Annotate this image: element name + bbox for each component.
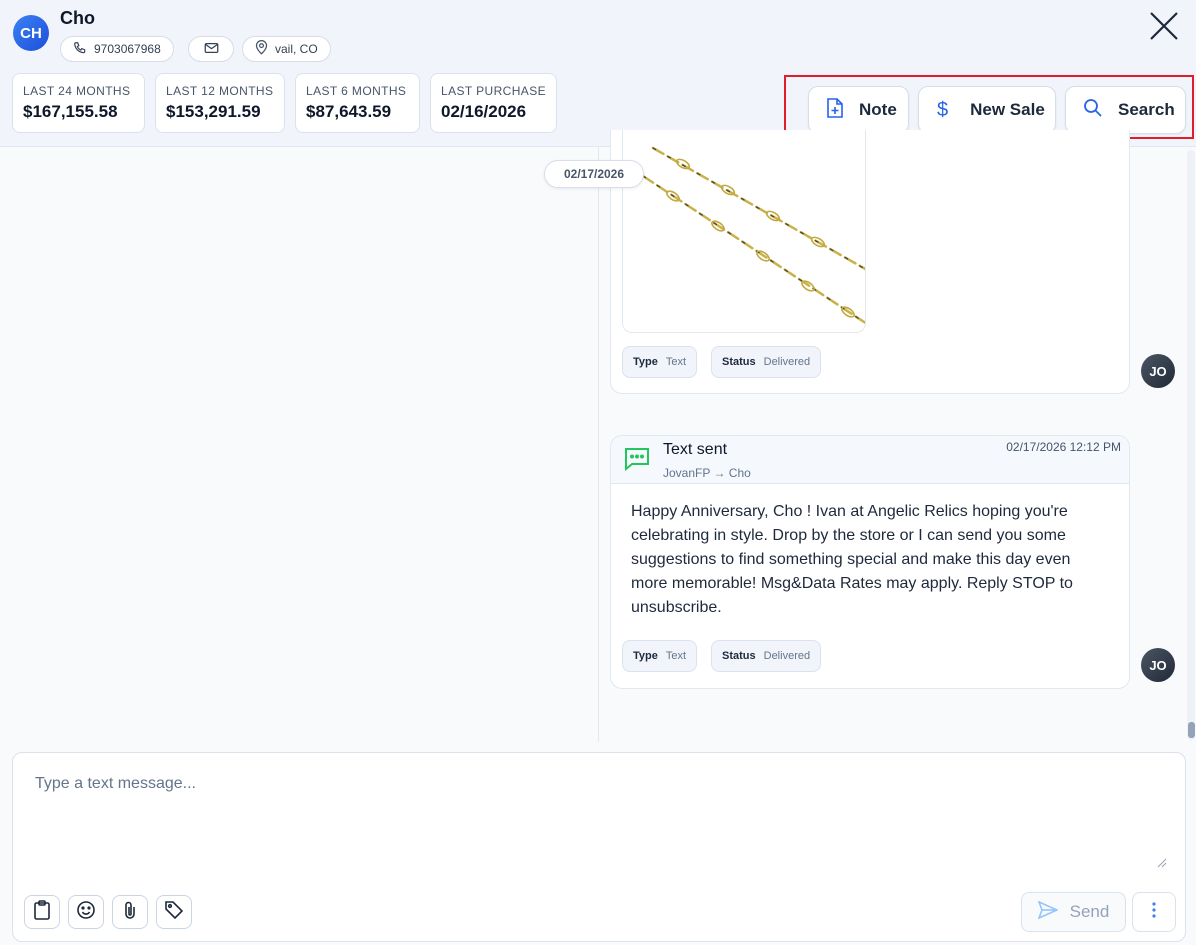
stat-value: $87,643.59	[306, 102, 392, 121]
agent-avatar: JO	[1141, 648, 1175, 682]
thread-scrollbar-thumb[interactable]	[1188, 722, 1195, 738]
date-separator: 02/17/2026	[544, 160, 644, 188]
stat-label: LAST 12 MONTHS	[166, 84, 274, 98]
message-composer: Send	[12, 752, 1186, 942]
type-tag: Type Text	[622, 640, 698, 672]
send-label: Send	[1069, 902, 1110, 921]
message-card: Type Text Status Delivered	[610, 130, 1130, 394]
mail-icon	[204, 42, 219, 57]
status-tag: Status Delivered	[711, 640, 822, 672]
new-sale-label: New Sale	[970, 100, 1045, 119]
emoji-button[interactable]	[68, 895, 104, 929]
type-tag: Type Text	[622, 346, 698, 378]
thread-scrollbar[interactable]	[1187, 150, 1195, 740]
dollar-icon: $	[937, 98, 949, 121]
type-label: Type	[633, 650, 658, 662]
email-chip[interactable]	[188, 36, 234, 62]
paperclip-icon	[123, 900, 137, 925]
stat-card: LAST PURCHASE 02/16/2026	[430, 73, 557, 133]
search-button[interactable]: Search	[1065, 86, 1186, 134]
send-button[interactable]: Send	[1021, 892, 1126, 932]
note-label: Note	[859, 100, 897, 119]
status-label: Status	[722, 650, 756, 662]
timeline-divider	[598, 147, 599, 742]
resize-handle-icon[interactable]	[1157, 855, 1167, 868]
templates-button[interactable]	[24, 895, 60, 929]
search-icon	[1083, 98, 1103, 123]
location-pin-icon	[255, 40, 268, 58]
attach-button[interactable]	[112, 895, 148, 929]
close-icon[interactable]	[1146, 8, 1182, 44]
status-tag: Status Delivered	[711, 346, 822, 378]
location-text: vail, CO	[275, 42, 318, 56]
more-options-button[interactable]	[1132, 892, 1176, 932]
message-title: Text sent	[663, 441, 728, 458]
emoji-icon	[76, 900, 96, 925]
clipboard-icon	[33, 899, 51, 925]
contact-avatar: CH	[13, 15, 49, 51]
contact-name: Cho	[60, 8, 95, 28]
location-chip[interactable]: vail, CO	[242, 36, 331, 62]
status-value: Delivered	[763, 356, 811, 368]
tag-button[interactable]	[156, 895, 192, 929]
phone-icon	[73, 41, 87, 58]
send-icon	[1037, 899, 1059, 924]
agent-avatar: JO	[1141, 354, 1175, 388]
stat-card: LAST 24 MONTHS $167,155.58	[12, 73, 145, 133]
chat-bubble-icon	[623, 446, 651, 477]
note-button[interactable]: Note	[808, 86, 909, 134]
status-value: Delivered	[763, 650, 811, 662]
status-label: Status	[722, 356, 756, 368]
product-image[interactable]	[622, 130, 866, 333]
message-input[interactable]	[23, 763, 1175, 867]
type-label: Type	[633, 356, 658, 368]
stat-value: $167,155.58	[23, 102, 118, 121]
stat-value: 02/16/2026	[441, 102, 527, 121]
new-sale-button[interactable]: $ New Sale	[918, 86, 1056, 134]
phone-chip[interactable]: 9703067968	[60, 36, 174, 62]
stat-label: LAST 24 MONTHS	[23, 84, 131, 98]
tag-icon	[164, 900, 184, 925]
message-route: JovanFP → Cho	[663, 466, 751, 480]
message-card: Text sent JovanFP → Cho 02/17/2026 12:12…	[610, 435, 1130, 689]
search-label: Search	[1118, 100, 1175, 119]
phone-number: 9703067968	[94, 42, 161, 56]
chain-graphic	[641, 146, 865, 325]
type-value: Text	[665, 650, 687, 662]
message-timestamp: 02/17/2026 12:12 PM	[1006, 440, 1121, 454]
note-add-icon	[825, 97, 845, 124]
vertical-dots-icon	[1151, 901, 1157, 924]
stat-card: LAST 12 MONTHS $153,291.59	[155, 73, 285, 133]
message-body: Happy Anniversary, Cho ! Ivan at Angelic…	[631, 503, 1073, 616]
stat-value: $153,291.59	[166, 102, 261, 121]
message-header: Text sent JovanFP → Cho 02/17/2026 12:12…	[611, 436, 1129, 484]
stat-card: LAST 6 MONTHS $87,643.59	[295, 73, 420, 133]
stat-label: LAST PURCHASE	[441, 84, 547, 98]
stat-label: LAST 6 MONTHS	[306, 84, 407, 98]
type-value: Text	[665, 356, 687, 368]
